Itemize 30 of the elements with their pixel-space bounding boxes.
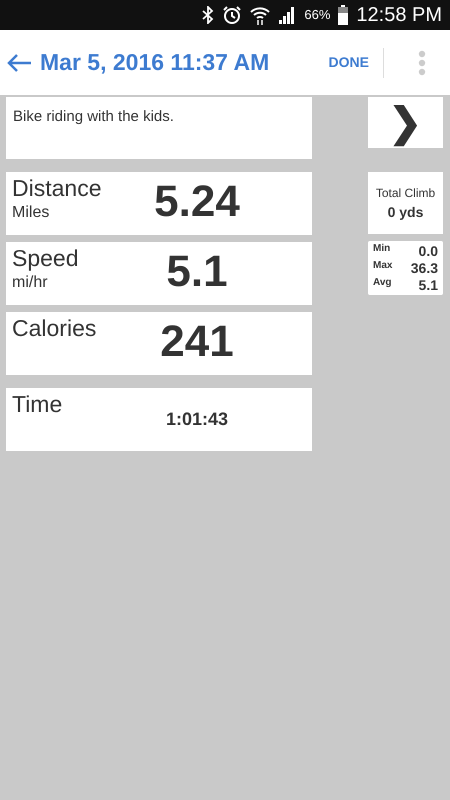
stat-value: 5.24	[154, 178, 240, 226]
wifi-icon	[250, 5, 270, 25]
range-value: 0.0	[418, 243, 438, 260]
range-label: Avg	[373, 276, 392, 290]
battery-percentage: 66%	[304, 6, 330, 24]
alarm-clock-icon	[222, 5, 242, 25]
stat-unit: Miles	[12, 203, 50, 224]
range-label: Max	[373, 260, 392, 273]
stat-label: Distance	[12, 176, 102, 202]
stat-label: Speed	[12, 246, 79, 272]
stat-unit: mi/hr	[12, 273, 49, 294]
page-title: Mar 5, 2016 11:37 AM	[40, 48, 270, 78]
stat-label: Time	[12, 392, 62, 418]
bluetooth-icon	[202, 6, 214, 24]
signal-icon	[278, 6, 296, 24]
back-arrow-icon[interactable]	[6, 52, 32, 72]
total-climb-label: Total Climb	[374, 185, 436, 202]
done-button[interactable]: DONE	[318, 48, 379, 77]
clock: 12:58 PM	[356, 3, 442, 28]
stat-label: Calories	[12, 316, 96, 342]
next-button[interactable]: ❯	[368, 97, 443, 148]
stat-value: 241	[160, 318, 234, 366]
stat-value: 5.1	[166, 248, 228, 296]
total-climb-value: 0 yds	[386, 203, 424, 222]
stat-value: 1:01:43	[166, 410, 228, 430]
battery-icon	[338, 5, 348, 25]
note-text: Bike riding with the kids.	[13, 108, 174, 125]
range-label: Min	[373, 243, 390, 256]
range-value: 36.3	[410, 260, 438, 277]
range-value: 5.1	[418, 276, 438, 294]
